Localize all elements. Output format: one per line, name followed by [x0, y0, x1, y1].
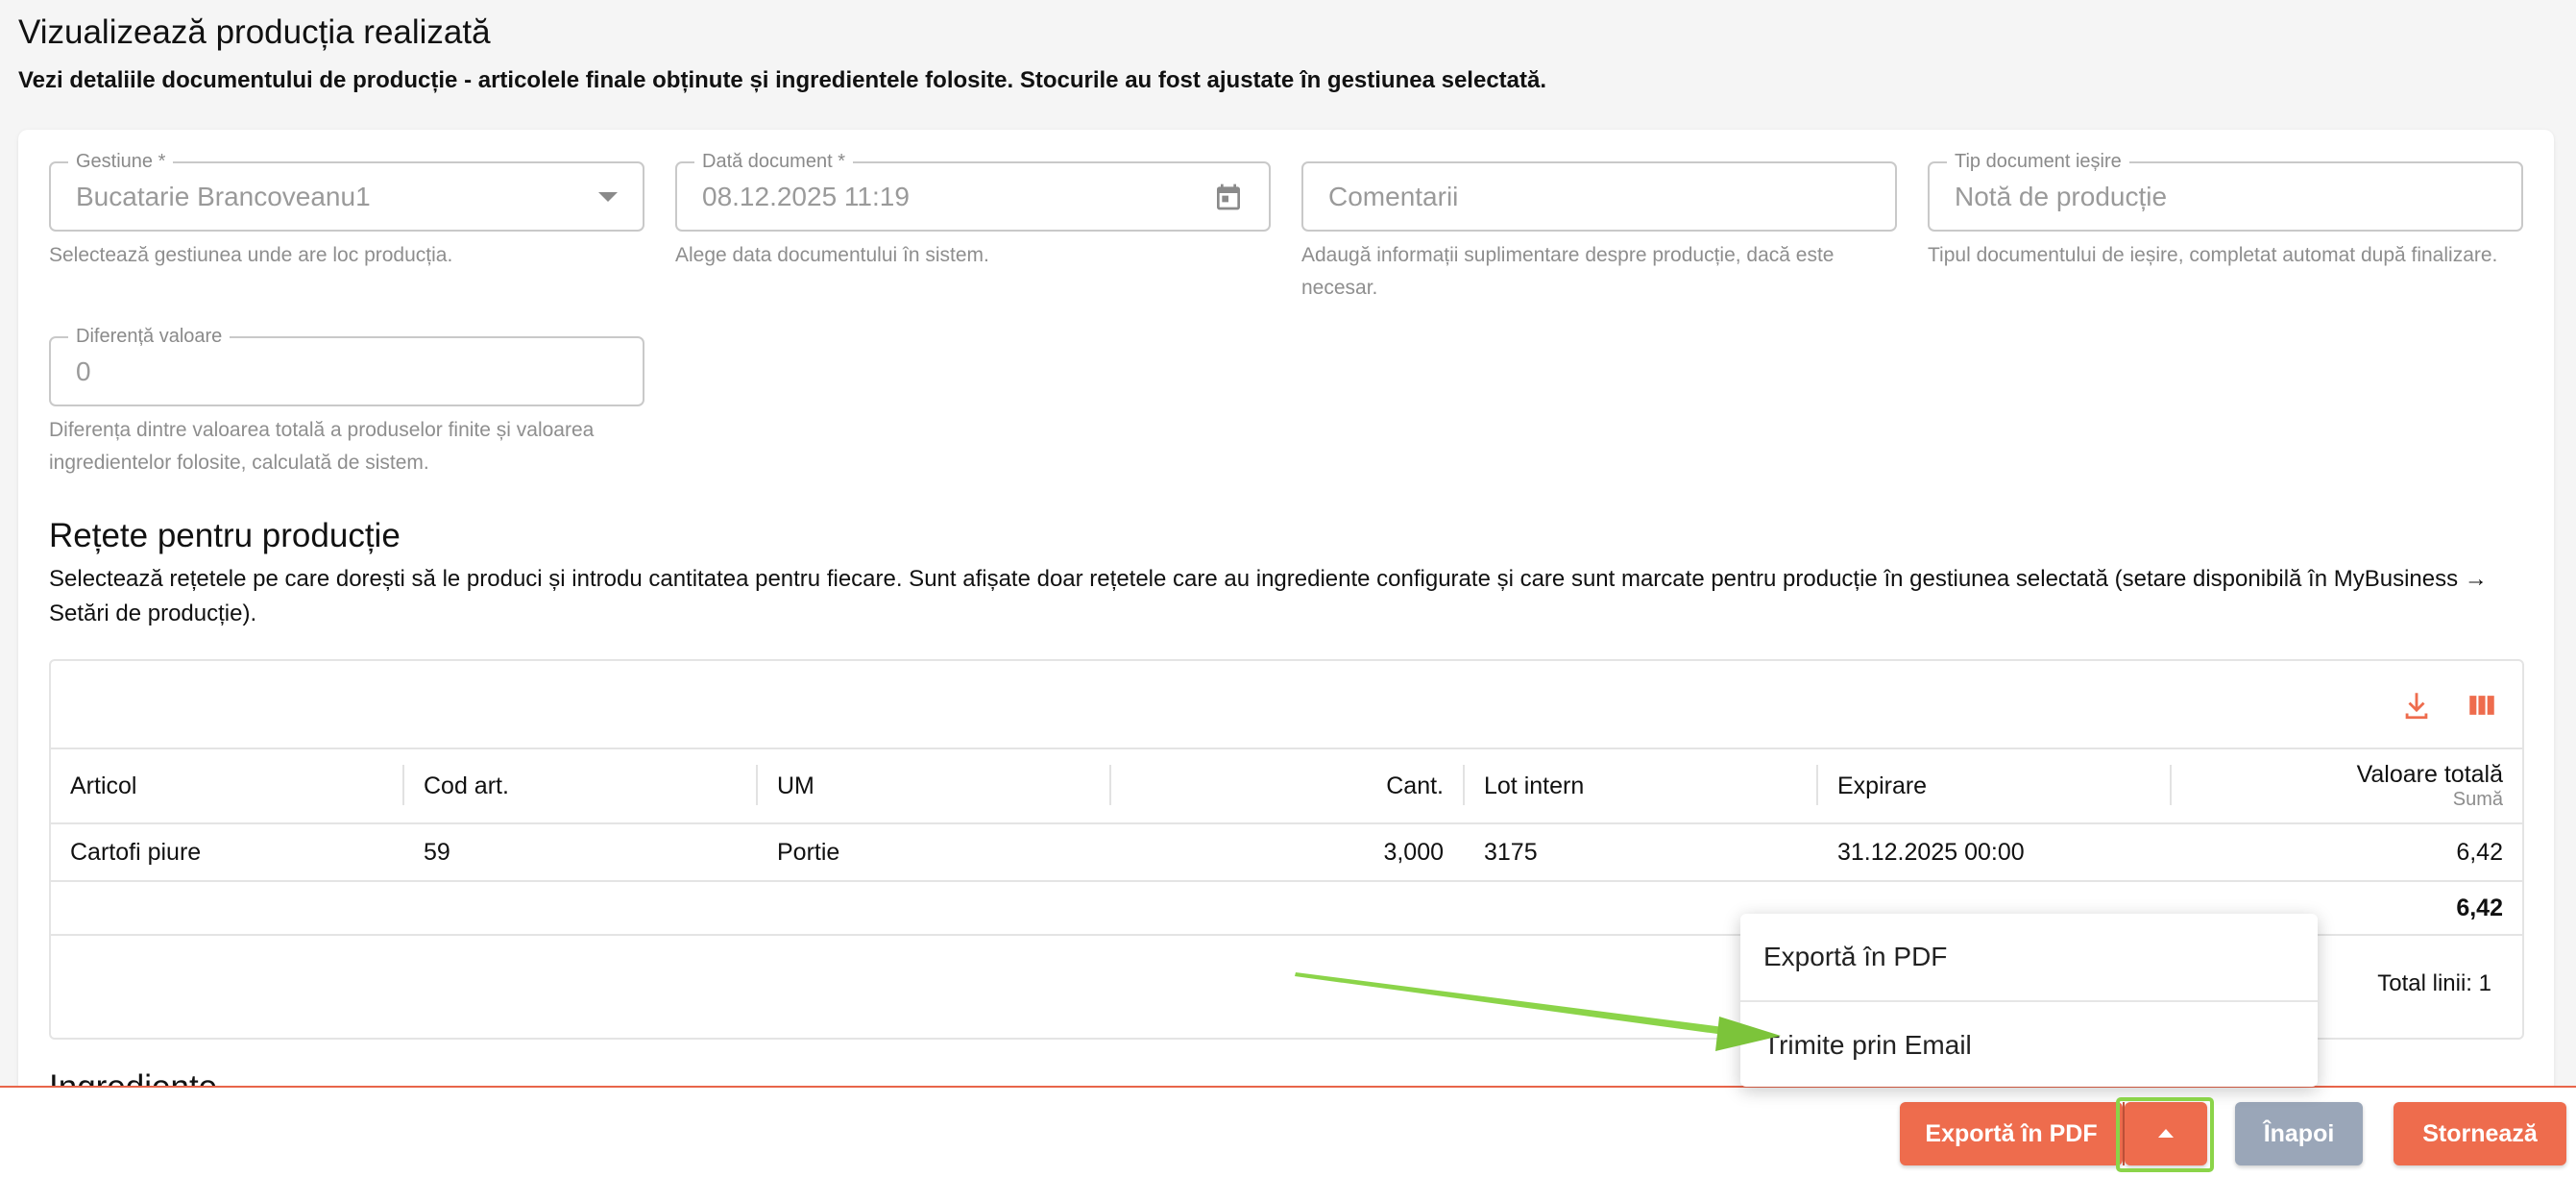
comentarii-field[interactable]: Comentarii Adaugă informații suplimentar… — [1301, 161, 1897, 305]
diferenta-help: Diferența dintre valoarea totală a produ… — [49, 419, 595, 474]
data-document-label: Dată document * — [694, 150, 853, 173]
cell-articol: Cartofi piure — [70, 838, 202, 866]
columns-icon[interactable] — [2461, 684, 2503, 726]
menu-item-send-email[interactable]: Trimite prin Email — [1740, 1002, 2318, 1089]
diferenta-label: Diferență valoare — [68, 325, 231, 348]
gestiune-field[interactable]: Gestiune * Bucatarie Brancoveanu1 Select… — [49, 150, 644, 272]
data-document-value: 08.12.2025 11:19 — [702, 181, 910, 211]
tip-document-input[interactable]: Tip document ieșire Notă de producție — [1928, 150, 2523, 232]
export-dropdown-menu: Exportă în PDF Trimite prin Email — [1740, 914, 2318, 1087]
cell-expirare: 31.12.2025 00:00 — [1837, 838, 2025, 866]
diferenta-value: 0 — [76, 356, 91, 386]
download-icon[interactable] — [2395, 684, 2438, 726]
comentarii-help: Adaugă informații suplimentare despre pr… — [1301, 244, 1835, 299]
page-header: Vizualizează producția realizată Vezi de… — [18, 10, 2558, 96]
diferenta-field[interactable]: Diferență valoare 0 Diferența dintre val… — [49, 325, 644, 479]
data-document-field[interactable]: Dată document * 08.12.2025 11:19 Alege d… — [675, 150, 1271, 272]
page-title: Vizualizează producția realizată — [18, 13, 491, 51]
tip-document-field[interactable]: Tip document ieșire Notă de producție Ti… — [1928, 150, 2523, 272]
tip-document-help: Tipul documentului de ieșire, completat … — [1928, 244, 2498, 266]
cell-cant: 3,000 — [1383, 838, 1444, 866]
tip-document-label: Tip document ieșire — [1947, 150, 2129, 173]
col-valoare-sub: Sumă — [2452, 789, 2503, 810]
diferenta-input[interactable]: Diferență valoare 0 — [49, 325, 644, 406]
col-valoare-label: Valoare totală — [2356, 761, 2503, 788]
comentarii-input[interactable]: Comentarii — [1301, 161, 1897, 232]
col-articol[interactable]: Articol — [51, 749, 402, 822]
col-lot[interactable]: Lot intern — [1465, 749, 1816, 822]
data-document-help: Alege data documentului în sistem. — [675, 244, 989, 266]
gestiune-value: Bucatarie Brancoveanu1 — [76, 181, 371, 211]
col-valoare[interactable]: Valoare totală Sumă — [2357, 761, 2503, 811]
menu-item-export-pdf[interactable]: Exportă în PDF — [1740, 914, 2318, 1000]
table-header: Articol Cod art. UM Cant. Lot intern Exp… — [51, 749, 2522, 824]
cell-um: Portie — [777, 838, 840, 866]
total-lines: Total linii: 1 — [2377, 970, 2491, 996]
chevron-down-icon[interactable] — [598, 191, 618, 202]
gestiune-label: Gestiune * — [68, 150, 174, 173]
col-cant[interactable]: Cant. — [1111, 749, 1463, 822]
recipes-description: Selectează rețetele pe care dorești să l… — [49, 566, 2488, 626]
col-um[interactable]: UM — [758, 749, 1109, 822]
page-subtitle: Vezi detaliile documentului de producție… — [18, 67, 1547, 93]
table-toolbar — [51, 661, 2522, 749]
data-document-input[interactable]: Dată document * 08.12.2025 11:19 — [675, 150, 1271, 232]
calendar-icon[interactable] — [1213, 182, 1244, 212]
ingredients-title-partial: Ingrediente — [49, 1068, 217, 1086]
cell-valoare: 6,42 — [2456, 838, 2503, 866]
table-row[interactable]: Cartofi piure 59 Portie 3,000 3175 31.12… — [51, 824, 2522, 882]
column-divider[interactable] — [2170, 765, 2172, 805]
col-cod[interactable]: Cod art. — [404, 749, 756, 822]
tip-document-value: Notă de producție — [1955, 181, 2168, 211]
cell-cod: 59 — [424, 838, 450, 866]
back-button[interactable]: Înapoi — [2235, 1102, 2363, 1165]
comentarii-placeholder: Comentarii — [1328, 181, 1459, 211]
gestiune-help: Selectează gestiunea unde are loc produc… — [49, 244, 453, 266]
export-pdf-button[interactable]: Exportă în PDF — [1900, 1102, 2123, 1165]
annotation-highlight-box — [2116, 1097, 2214, 1172]
cell-lot: 3175 — [1484, 838, 1538, 866]
col-expirare[interactable]: Expirare — [1818, 749, 2170, 822]
recipes-title: Rețete pentru producție — [49, 517, 401, 554]
storno-button[interactable]: Stornează — [2394, 1102, 2566, 1165]
gestiune-select[interactable]: Gestiune * Bucatarie Brancoveanu1 — [49, 150, 644, 232]
table-total-value: 6,42 — [2456, 894, 2503, 921]
